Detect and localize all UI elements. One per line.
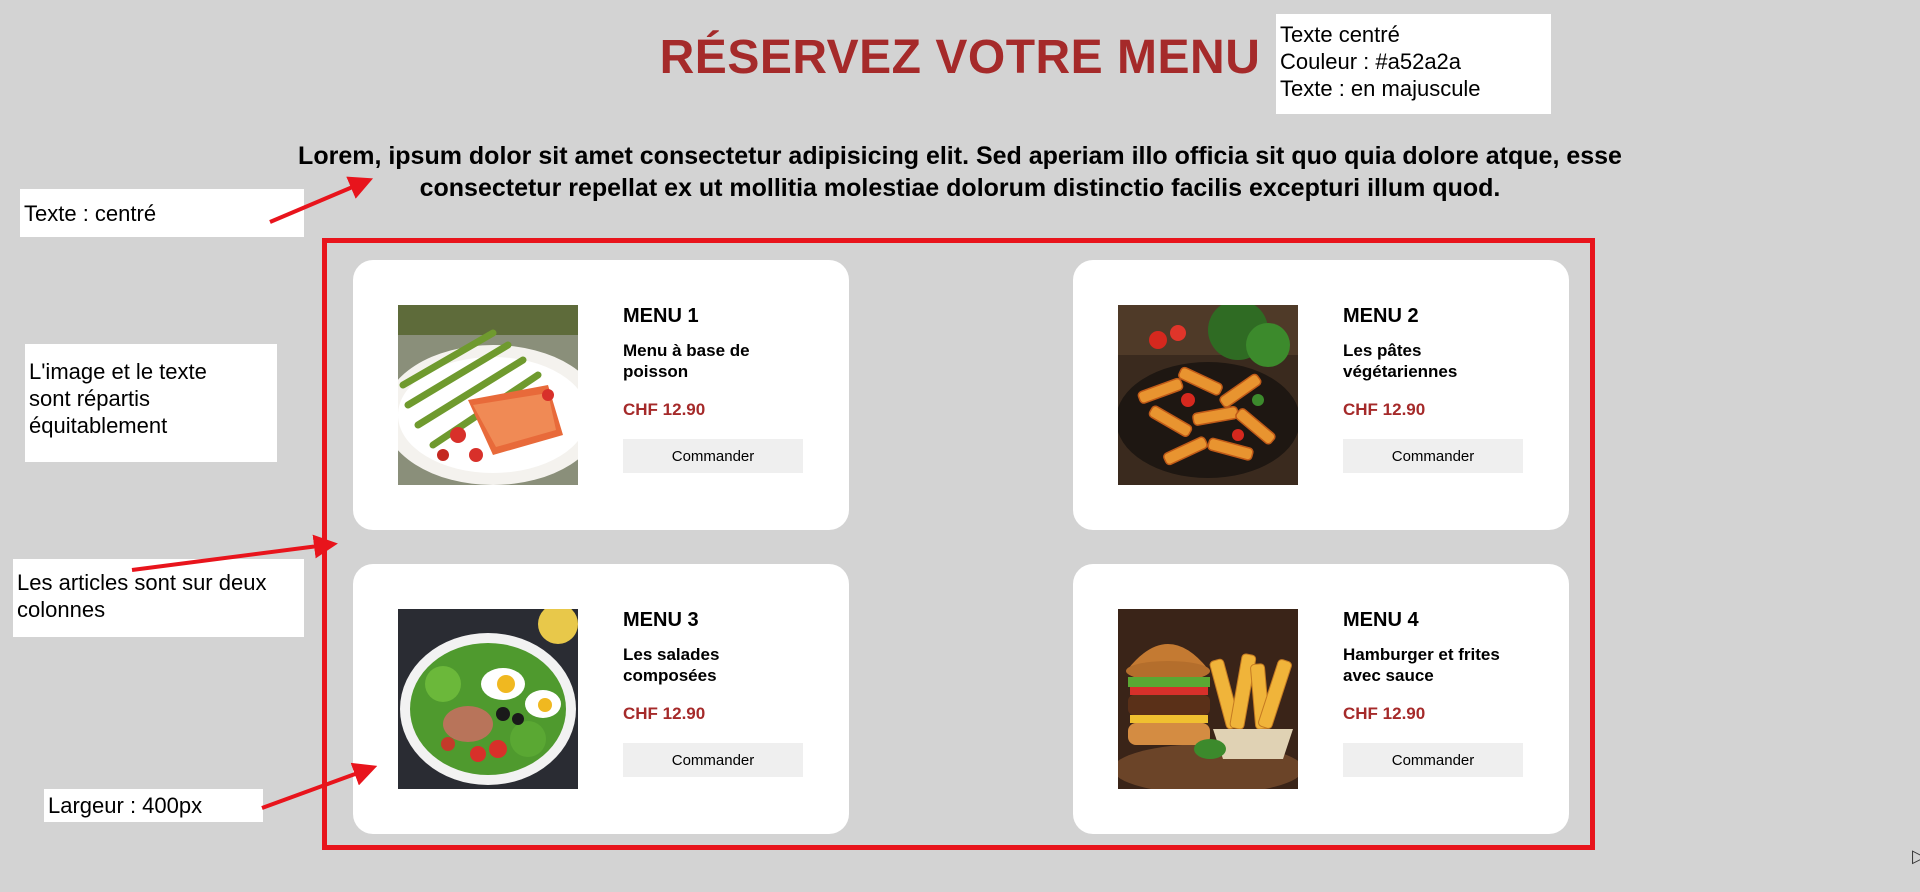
order-button[interactable]: Commander [1343, 743, 1523, 777]
menu-price: CHF 12.90 [623, 704, 706, 723]
annotation-line: Largeur : 400px [48, 793, 203, 818]
salmon-asparagus-photo [398, 305, 578, 485]
menu-info: MENU 2 Les pâtes végétariennes CHF 12.90… [1343, 305, 1523, 473]
menu-card: MENU 4 Hamburger et frites avec sauce CH… [1073, 564, 1569, 834]
menu-info: MENU 1 Menu à base de poisson CHF 12.90 … [623, 305, 803, 473]
annotation-line: L'image et le texte [29, 359, 207, 384]
menu-card: MENU 1 Menu à base de poisson CHF 12.90 … [353, 260, 849, 530]
menu-description: Les salades composées [623, 645, 720, 685]
annotation-line: Texte : en majuscule [1280, 76, 1481, 101]
annotation-line: Texte centré [1280, 22, 1400, 47]
annotation-title-note: Texte centré Couleur : #a52a2a Texte : e… [1276, 14, 1551, 114]
annotation-line: Couleur : #a52a2a [1280, 49, 1462, 74]
intro-text: Lorem, ipsum dolor sit amet consectetur … [298, 142, 1622, 202]
annotation-width-note: Largeur : 400px [44, 789, 263, 822]
annotation-line: sont répartis [29, 386, 151, 411]
menu-info: MENU 4 Hamburger et frites avec sauce CH… [1343, 609, 1523, 777]
menu-description: Hamburger et frites avec sauce [1343, 645, 1500, 685]
mixed-salad-photo [398, 609, 578, 789]
menu-description: Les pâtes végétariennes [1343, 341, 1458, 381]
order-button[interactable]: Commander [623, 743, 803, 777]
menu-price: CHF 12.90 [1343, 400, 1426, 419]
menu-price: CHF 12.90 [1343, 704, 1426, 723]
menu-title: MENU 3 [623, 609, 699, 631]
annotation-intro-note: Texte : centré [20, 189, 304, 237]
menu-title: MENU 4 [1343, 609, 1419, 631]
menu-card: MENU 2 Les pâtes végétariennes CHF 12.90… [1073, 260, 1569, 530]
menu-info: MENU 3 Les salades composées CHF 12.90 C… [623, 609, 803, 777]
order-button[interactable]: Commander [623, 439, 803, 473]
menu-description: Menu à base de poisson [623, 341, 750, 381]
page-title: RÉSERVEZ VOTRE MENU [659, 31, 1261, 84]
penne-pasta-photo [1118, 305, 1298, 485]
annotation-layout-note: L'image et le texte sont répartis équita… [25, 344, 277, 462]
annotation-line: équitablement [29, 413, 168, 438]
annotation-line: colonnes [17, 597, 106, 622]
menu-card: MENU 3 Les salades composées CHF 12.90 C… [353, 564, 849, 834]
menu-price: CHF 12.90 [623, 400, 706, 419]
annotation-columns-note: Les articles sont sur deux colonnes [13, 559, 304, 637]
order-button[interactable]: Commander [1343, 439, 1523, 473]
menu-title: MENU 1 [623, 305, 699, 327]
annotation-line: Texte : centré [24, 201, 157, 226]
burger-fries-photo [1118, 609, 1298, 789]
mouse-cursor-icon: ▷ [1912, 846, 1920, 866]
menu-title: MENU 2 [1343, 305, 1419, 327]
annotation-line: Les articles sont sur deux [17, 570, 267, 595]
